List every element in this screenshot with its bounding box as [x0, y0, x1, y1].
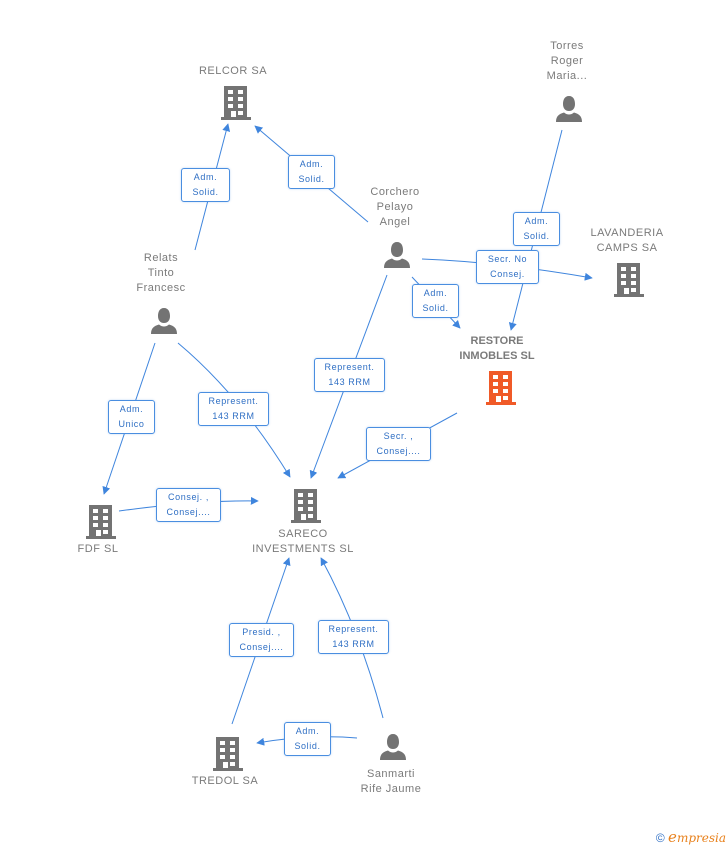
node-label-sanmarti: Sanmarti Rife Jaume [361, 767, 422, 797]
edge-label-tredol-sareco[interactable]: Presid. , Consej.... [229, 623, 294, 657]
node-label-relats: Relats Tinto Francesc [136, 251, 185, 296]
edge-label-line: Consej. , [168, 492, 209, 502]
edge-label-line: Represent. [324, 362, 375, 372]
edge-label-corchero-lavanderia[interactable]: Secr. No Consej. [476, 250, 539, 284]
edge-label-corchero-relcor[interactable]: Adm. Solid. [288, 155, 335, 189]
label-line: FDF SL [77, 543, 119, 555]
label-line: RESTORE [470, 335, 524, 347]
label-line: Corchero [370, 186, 420, 198]
edge-label-line: Consej.... [166, 507, 211, 517]
node-label-tredol: TREDOL SA [192, 774, 258, 789]
company-icon[interactable] [212, 735, 244, 771]
person-icon[interactable] [383, 241, 411, 269]
edge-label-line: Adm. [119, 404, 144, 414]
company-icon[interactable] [85, 503, 117, 539]
edge-label-line: Consej.... [376, 446, 421, 456]
person-icon[interactable] [150, 307, 178, 335]
label-line: INMOBLES SL [459, 350, 535, 362]
edge-label-corchero-sareco[interactable]: Represent. 143 RRM [314, 358, 385, 392]
edge-label-line: Solid. [422, 303, 449, 313]
label-line: Maria... [546, 70, 588, 82]
label-line: Roger [550, 55, 584, 67]
label-line: Rife Jaume [360, 783, 422, 795]
person-icon[interactable] [379, 733, 407, 761]
network-diagram: RELCOR SA Torres Roger Maria... Corchero… [0, 0, 728, 850]
edge-label-line: Presid. , [242, 627, 281, 637]
edge-label-line: 143 RRM [212, 411, 255, 421]
edge-label-line: Solid. [298, 174, 325, 184]
edge-label-line: Adm. [299, 159, 324, 169]
label-line: Angel [379, 216, 411, 228]
edge-label-line: Adm. [423, 288, 448, 298]
edge-label-corchero-restore[interactable]: Adm. Solid. [412, 284, 459, 318]
edge-label-relats-sareco[interactable]: Represent. 143 RRM [198, 392, 269, 426]
label-line: LAVANDERIA [590, 227, 664, 239]
edge-label-line: Represent. [208, 396, 259, 406]
focus-company-icon[interactable] [485, 369, 517, 405]
edge-label-sanmarti-sareco[interactable]: Represent. 143 RRM [318, 620, 389, 654]
edge-label-sanmarti-tredol[interactable]: Adm. Solid. [284, 722, 331, 756]
edge-label-line: Secr. , [383, 431, 414, 441]
company-icon[interactable] [290, 487, 322, 523]
edge-label-relats-relcor[interactable]: Adm. Solid. [181, 168, 230, 202]
label-line: Pelayo [376, 201, 414, 213]
edge-label-line: Consej.... [239, 642, 284, 652]
edge-label-fdf-sareco[interactable]: Consej. , Consej.... [156, 488, 221, 522]
copyright-icon: © [655, 831, 665, 845]
label-line: Relats [143, 252, 179, 264]
edge-label-line: Adm. [193, 172, 218, 182]
node-label-fdf: FDF SL [78, 542, 119, 557]
edge-label-line: Secr. No [487, 254, 528, 264]
edge-label-torres-restore[interactable]: Adm. Solid. [513, 212, 560, 246]
edge-label-line: Solid. [192, 187, 219, 197]
node-label-sareco: SARECO INVESTMENTS SL [252, 527, 354, 557]
person-icon[interactable] [555, 95, 583, 123]
node-label-torres: Torres Roger Maria... [547, 39, 588, 84]
node-label-relcor: RELCOR SA [199, 64, 267, 79]
edge-label-relats-fdf[interactable]: Adm. Unico [108, 400, 155, 434]
edge-label-line: Unico [118, 419, 145, 429]
brand-initial: e [668, 828, 677, 846]
node-label-corchero: Corchero Pelayo Angel [370, 185, 419, 230]
brand-rest: mpresia [676, 831, 726, 845]
label-line: Tinto [147, 267, 175, 279]
edge-label-line: Adm. [295, 726, 320, 736]
edge-label-restore-sareco[interactable]: Secr. , Consej.... [366, 427, 431, 461]
label-line: Francesc [136, 282, 186, 294]
label-line: TREDOL SA [191, 775, 259, 787]
company-icon[interactable] [613, 261, 645, 297]
label-line: Sanmarti [366, 768, 416, 780]
edge-label-line: Solid. [523, 231, 550, 241]
node-label-lavanderia: LAVANDERIA CAMPS SA [590, 226, 663, 256]
label-line: Torres [550, 40, 584, 52]
copyright-notice: © empresia [656, 828, 726, 846]
label-line: SARECO [278, 528, 328, 540]
edge-label-line: 143 RRM [328, 377, 371, 387]
company-icon[interactable] [220, 84, 252, 120]
empresia-logo[interactable]: empresia [668, 828, 726, 846]
label-line: INVESTMENTS SL [252, 543, 354, 555]
label-line: RELCOR SA [198, 65, 268, 77]
node-label-restore: RESTORE INMOBLES SL [459, 334, 534, 364]
edge-label-line: Adm. [524, 216, 549, 226]
label-line: CAMPS SA [596, 242, 658, 254]
edge-label-line: 143 RRM [332, 639, 375, 649]
edge-label-line: Consej. [490, 269, 525, 279]
edge-label-line: Represent. [328, 624, 379, 634]
edge-label-line: Solid. [294, 741, 321, 751]
